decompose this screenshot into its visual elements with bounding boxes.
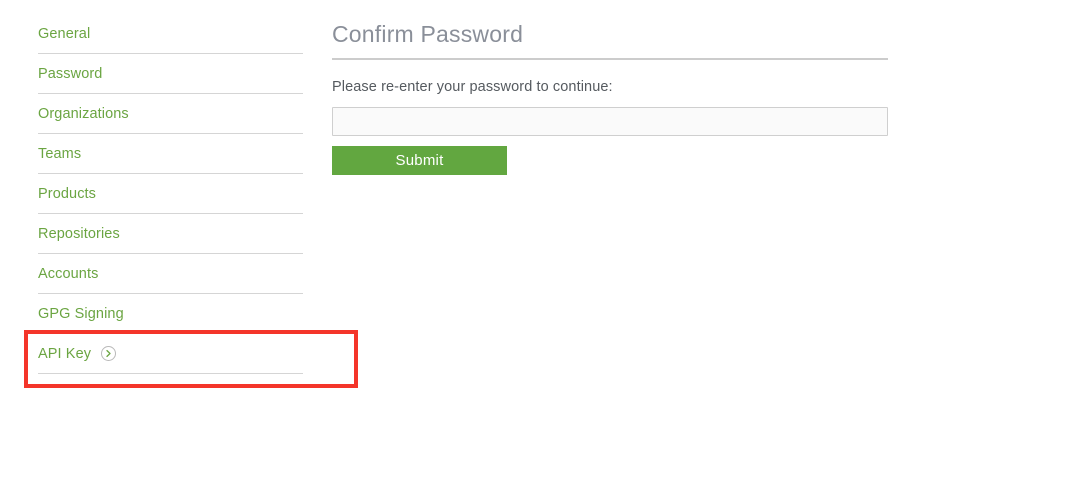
sidebar-item-label: Accounts [38,265,99,282]
sidebar-item-label: Products [38,185,97,202]
password-input[interactable] [332,106,888,136]
chevron-right-circle-icon [101,346,117,361]
sidebar-item-organizations[interactable]: Organizations [38,94,303,134]
sidebar-item-label: Password [38,65,103,82]
settings-sidebar-nav: General Password Organizations Teams Pro… [38,14,303,374]
sidebar-item-label: Repositories [38,225,120,242]
sidebar-item-label: GPG Signing [38,305,124,322]
instruction-text: Please re-enter your password to continu… [332,78,613,95]
sidebar-item-api-key[interactable]: API Key [38,334,303,374]
sidebar-item-label: API Key [38,345,92,362]
sidebar-item-label: Organizations [38,105,129,122]
sidebar-item-label: Teams [38,145,82,162]
sidebar-item-label: General [38,25,91,42]
sidebar-item-password[interactable]: Password [38,54,303,94]
sidebar-item-accounts[interactable]: Accounts [38,254,303,294]
sidebar-item-products[interactable]: Products [38,174,303,214]
sidebar-item-repositories[interactable]: Repositories [38,214,303,254]
sidebar-item-general[interactable]: General [38,14,303,54]
sidebar-item-teams[interactable]: Teams [38,134,303,174]
confirm-password-panel: Confirm Password Please re-enter your pa… [332,21,888,175]
submit-button[interactable]: Submit [332,145,507,175]
sidebar-item-gpg-signing[interactable]: GPG Signing [38,294,303,334]
page-title: Confirm Password [332,21,888,60]
